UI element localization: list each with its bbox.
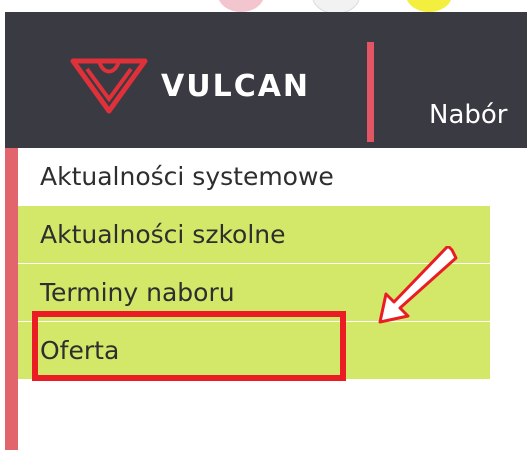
app-header: VULCAN Nabór — [5, 12, 527, 148]
menu-item-label: Aktualności systemowe — [40, 162, 334, 191]
vulcan-logo-icon — [70, 58, 148, 114]
menu-item-label: Aktualności szkolne — [40, 220, 286, 249]
nav-item-nabor[interactable]: Nabór — [429, 100, 507, 130]
sidebar-accent-stripe — [5, 148, 18, 450]
vulcan-logo[interactable]: VULCAN — [69, 55, 319, 115]
header-divider — [367, 42, 374, 142]
arrow-pointer-icon — [378, 246, 458, 324]
yellow-circle-icon — [406, 0, 452, 12]
white-circle-icon — [312, 0, 360, 12]
brand-name: VULCAN — [161, 69, 311, 104]
highlight-annotation-box — [32, 311, 346, 381]
menu-item-label: Terminy naboru — [40, 278, 235, 307]
menu-item-aktualnosci-systemowe[interactable]: Aktualności systemowe — [18, 148, 527, 206]
top-decoration-strip — [0, 0, 527, 12]
pink-circle-icon — [218, 0, 264, 12]
